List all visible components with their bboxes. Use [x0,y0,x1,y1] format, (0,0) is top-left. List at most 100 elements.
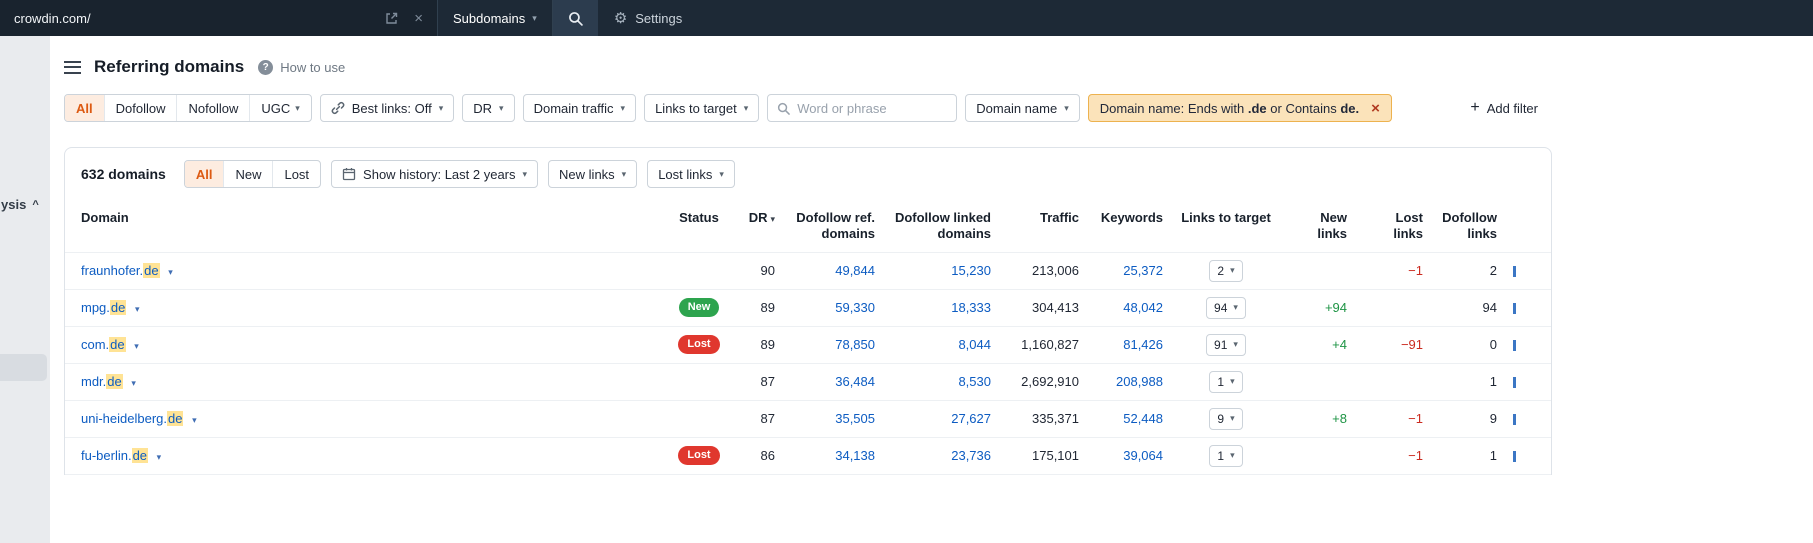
dofollow-linked-domains-link[interactable]: 8,530 [958,374,991,389]
segment-status-all[interactable]: All [184,161,224,187]
search-input[interactable] [797,100,948,116]
open-in-new-icon[interactable] [385,12,398,25]
dofollow-links-value: 1 [1431,362,1505,400]
target-url-input[interactable]: crowdin.com/ × [0,0,437,36]
links-to-target-select[interactable]: 94 ▾ [1206,296,1246,319]
dofollow-linked-domains-link[interactable]: 27,627 [951,411,991,426]
status-cell: Lost [667,325,731,363]
domain-link[interactable]: mdr.de [81,374,123,389]
best-links-filter[interactable]: Best links: Off ▾ [319,94,455,122]
lost-links-filter[interactable]: Lost links ▾ [647,160,735,188]
segment-status-lost[interactable]: Lost [272,161,320,187]
segment-ugc[interactable]: UGC ▾ [249,95,310,121]
status-badge: New [678,297,720,318]
domain-traffic-filter[interactable]: Domain traffic ▾ [522,94,637,122]
col-dofollow-linked-domains[interactable]: Dofollow linked domains [883,200,999,252]
traffic-value: 335,371 [999,399,1087,437]
dofollow-ref-domains-link[interactable]: 78,850 [835,337,875,352]
show-history-filter[interactable]: Show history: Last 2 years ▾ [331,160,539,188]
dofollow-ref-domains-link[interactable]: 34,138 [835,448,875,463]
segment-dofollow[interactable]: Dofollow [103,95,177,121]
domain-dropdown-icon[interactable]: ▾ [134,341,139,351]
new-links-filter[interactable]: New links ▾ [548,160,638,188]
keywords-link[interactable]: 208,988 [1116,374,1163,389]
traffic-value: 304,413 [999,288,1087,326]
status-cell: New [667,288,731,326]
lost-links-value [1355,288,1431,326]
domain-name-filter[interactable]: Domain name ▾ [965,94,1080,122]
help-icon: ? [258,59,274,75]
new-links-value [1281,251,1355,289]
segment-nofollow[interactable]: Nofollow [176,95,249,121]
subdomains-dropdown[interactable]: Subdomains ▾ [438,0,552,36]
links-to-target-select[interactable]: 1 ▾ [1209,444,1243,467]
dofollow-linked-domains-link[interactable]: 15,230 [951,263,991,278]
word-or-phrase-search[interactable] [767,94,958,122]
links-to-target-filter[interactable]: Links to target ▾ [644,94,760,122]
col-links-to-target[interactable]: Links to target [1171,200,1281,252]
segment-all[interactable]: All [65,95,104,121]
keywords-link[interactable]: 81,426 [1123,337,1163,352]
domain-link[interactable]: mpg.de [81,300,127,315]
sidebar-partial-item[interactable]: ysis ^ [1,197,39,212]
col-dofollow-links[interactable]: Dofollow links [1431,200,1505,252]
table-toolbar: 632 domains All New Lost Show history: L… [65,148,1551,200]
sparkline [1513,303,1516,315]
link-type-segments: All Dofollow Nofollow UGC ▾ [64,94,312,122]
domain-dropdown-icon[interactable]: ▾ [168,267,173,277]
topbar: crowdin.com/ × Subdomains ▾ ⚙ Settings [0,0,1813,36]
col-dofollow-ref-domains[interactable]: Dofollow ref. domains [783,200,883,252]
col-traffic[interactable]: Traffic [999,200,1087,252]
dr-filter-label: DR [473,100,493,116]
col-domain[interactable]: Domain [65,200,667,252]
domain-link[interactable]: fu-berlin.de [81,448,149,463]
domain-link[interactable]: uni-heidelberg.de [81,411,184,426]
add-filter-button[interactable]: + Add filter [1470,100,1538,116]
lost-links-value: −1 [1355,399,1431,437]
search-button[interactable] [552,0,598,36]
chevron-down-icon: ▾ [295,102,300,113]
table-row: mdr.de ▾ 87 36,484 8,530 2,692,910 208,9… [65,362,1551,400]
remove-filter-icon[interactable]: × [1371,101,1380,116]
col-new-links[interactable]: New links [1281,200,1355,252]
dofollow-linked-domains-link[interactable]: 8,044 [958,337,991,352]
calendar-icon [342,168,356,181]
domain-dropdown-icon[interactable]: ▾ [192,415,197,425]
menu-icon[interactable] [64,60,81,74]
domain-link[interactable]: com.de [81,337,126,352]
how-to-use-link[interactable]: ? How to use [258,59,345,75]
col-keywords[interactable]: Keywords [1087,200,1171,252]
keywords-link[interactable]: 48,042 [1123,300,1163,315]
dofollow-ref-domains-link[interactable]: 59,330 [835,300,875,315]
match-highlight: de [143,263,160,278]
dofollow-linked-domains-link[interactable]: 23,736 [951,448,991,463]
domain-dropdown-icon[interactable]: ▾ [131,378,136,388]
chevron-down-icon: ▾ [1230,376,1235,386]
keywords-link[interactable]: 25,372 [1123,263,1163,278]
keywords-link[interactable]: 52,448 [1123,411,1163,426]
clear-url-icon[interactable]: × [414,11,423,26]
segment-status-new[interactable]: New [223,161,272,187]
settings-button[interactable]: ⚙ Settings [614,0,682,36]
dofollow-ref-domains-link[interactable]: 49,844 [835,263,875,278]
links-to-target-select[interactable]: 91 ▾ [1206,333,1246,356]
sidebar-partial-highlight[interactable] [0,354,47,381]
dr-filter[interactable]: DR ▾ [462,94,515,122]
links-to-target-select[interactable]: 2 ▾ [1209,259,1243,282]
domain-link[interactable]: fraunhofer.de [81,263,160,278]
col-lost-links[interactable]: Lost links [1355,200,1431,252]
sparkline [1513,451,1516,463]
active-filter-chip[interactable]: Domain name: Ends with .de or Contains d… [1087,94,1392,122]
new-links-value: +4 [1281,325,1355,363]
domain-dropdown-icon[interactable]: ▾ [135,304,140,314]
dofollow-ref-domains-link[interactable]: 36,484 [835,374,875,389]
links-to-target-select[interactable]: 9 ▾ [1209,407,1243,430]
dofollow-linked-domains-link[interactable]: 18,333 [951,300,991,315]
col-status[interactable]: Status [667,200,731,252]
links-to-target-select[interactable]: 1 ▾ [1209,370,1243,393]
subdomains-label: Subdomains [453,10,526,26]
keywords-link[interactable]: 39,064 [1123,448,1163,463]
col-dr[interactable]: DR ▾ [731,200,783,252]
domain-dropdown-icon[interactable]: ▾ [157,452,162,462]
dofollow-ref-domains-link[interactable]: 35,505 [835,411,875,426]
